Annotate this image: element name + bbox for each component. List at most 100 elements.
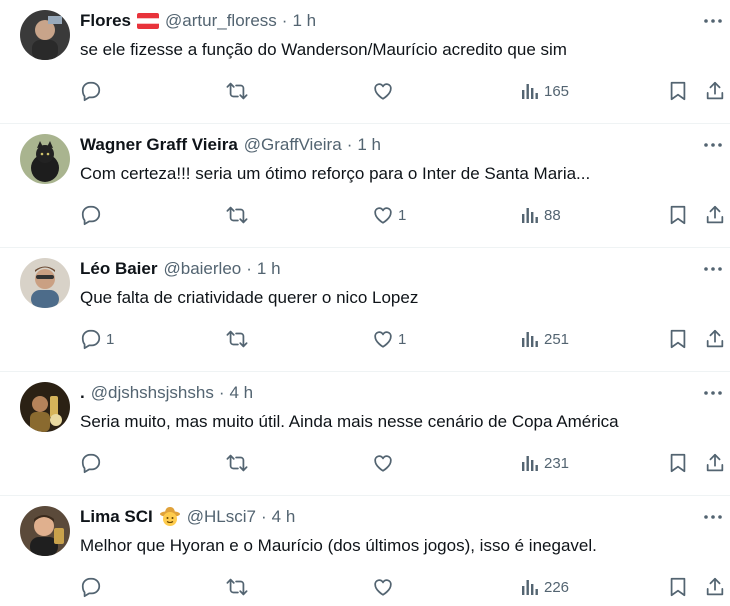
tweet[interactable]: Lima SCI @HLsci7 · 4 h Melhor que Hyoran… [0,496,730,606]
reply-button[interactable]: 1 [80,326,114,352]
like-button[interactable] [372,78,398,104]
reply-button[interactable] [80,202,106,228]
views-icon [520,329,540,349]
reply-button[interactable] [80,78,106,104]
author-name[interactable]: . [80,383,85,403]
avatar[interactable] [20,258,70,308]
author-name[interactable]: Lima SCI [80,507,153,527]
tweet-actions: 226 [80,574,730,600]
views-button[interactable]: 231 [520,450,569,476]
timestamp[interactable]: 1 h [257,259,281,279]
more-icon[interactable] [702,11,724,31]
reply-icon [80,328,102,350]
retweet-icon [225,80,249,102]
retweet-button[interactable] [225,574,253,600]
bookmark-button[interactable] [667,450,689,476]
more-icon[interactable] [702,259,724,279]
tweet-text: Seria muito, mas muito útil. Ainda mais … [80,412,619,431]
retweet-button[interactable] [225,202,253,228]
share-icon [704,328,726,350]
view-count: 226 [544,578,570,596]
austria-flag-icon [137,13,160,29]
tweet-text: Melhor que Hyoran e o Maurício (dos últi… [80,536,597,555]
reply-icon [80,80,102,102]
bookmark-button[interactable] [667,326,689,352]
bookmark-icon [667,452,689,474]
bookmark-button[interactable] [667,78,689,104]
reply-button[interactable] [80,450,106,476]
bookmark-icon [667,80,689,102]
tweet[interactable]: Flores @artur_floress · 1 h se ele fizes… [0,0,730,124]
avatar[interactable] [20,382,70,432]
author-handle[interactable]: @baierleo [163,259,241,279]
reply-icon [80,452,102,474]
avatar[interactable] [20,506,70,556]
author-name[interactable]: Léo Baier [80,259,157,279]
tweet-text: Com certeza!!! seria um ótimo reforço pa… [80,164,591,183]
views-button[interactable]: 88 [520,202,561,228]
author-name[interactable]: Wagner Graff Vieira [80,135,238,155]
heart-icon [372,576,394,598]
share-icon [704,204,726,226]
more-icon[interactable] [702,383,724,403]
tweet-actions: 1 1 251 [80,326,730,352]
timestamp[interactable]: 4 h [230,383,254,403]
heart-icon [372,80,394,102]
separator-dot: · [346,135,353,154]
heart-icon [372,204,394,226]
timestamp[interactable]: 1 h [292,11,316,31]
views-button[interactable]: 251 [520,326,569,352]
bookmark-icon [667,204,689,226]
views-button[interactable]: 226 [520,574,569,600]
share-button[interactable] [704,574,726,600]
reply-button[interactable] [80,574,106,600]
more-icon[interactable] [702,507,724,527]
retweet-button[interactable] [225,326,253,352]
views-button[interactable]: 165 [520,78,569,104]
bookmark-button[interactable] [667,202,689,228]
tweet[interactable]: Léo Baier @baierleo · 1 h Que falta de c… [0,248,730,372]
views-icon [520,453,540,473]
share-icon [704,80,726,102]
tweet-text: Que falta de criatividade querer o nico … [80,288,419,307]
separator-dot: · [246,259,252,278]
retweet-button[interactable] [225,450,253,476]
like-button[interactable]: 1 [372,202,406,228]
avatar[interactable] [20,134,70,184]
tweet-actions: 1 88 [80,202,730,228]
retweet-button[interactable] [225,78,253,104]
timestamp[interactable]: 4 h [272,507,296,527]
bookmark-icon [667,576,689,598]
author-handle[interactable]: @HLsci7 [187,507,256,527]
author-name[interactable]: Flores [80,11,131,31]
cowboy-emoji-icon [159,506,181,528]
separator-dot: · [260,507,267,526]
author-handle[interactable]: @djshshsjshshs [91,383,214,403]
author-handle[interactable]: @artur_floress [165,11,277,31]
share-button[interactable] [704,326,726,352]
retweet-icon [225,452,249,474]
share-button[interactable] [704,78,726,104]
heart-icon [372,452,394,474]
tweet-actions: 165 [80,78,730,104]
views-icon [520,81,540,101]
like-button[interactable]: 1 [372,326,406,352]
timestamp[interactable]: 1 h [357,135,381,155]
retweet-icon [225,204,249,226]
more-icon[interactable] [702,135,724,155]
views-icon [520,577,540,597]
tweet[interactable]: . @djshshsjshshs · 4 h Seria muito, mas … [0,372,730,496]
like-count: 1 [398,330,407,348]
reply-icon [80,576,102,598]
author-handle[interactable]: @GraffVieira [244,135,342,155]
like-button[interactable] [372,450,398,476]
tweet[interactable]: Wagner Graff Vieira @GraffVieira · 1 h C… [0,124,730,248]
retweet-icon [225,576,249,598]
like-button[interactable] [372,574,398,600]
avatar[interactable] [20,10,70,60]
share-button[interactable] [704,202,726,228]
bookmark-button[interactable] [667,574,689,600]
view-count: 165 [544,82,570,100]
like-count: 1 [398,206,407,224]
share-button[interactable] [704,450,726,476]
